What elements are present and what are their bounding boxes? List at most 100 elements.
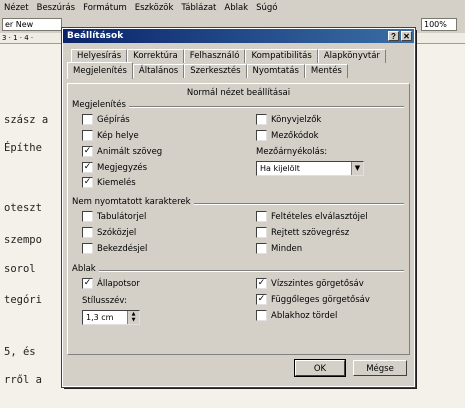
checkbox-label: Kép helye [97,130,139,141]
checkbox-mark [256,227,267,238]
tab-row-front: Megjelenítés Általános Szerkesztés Nyomt… [67,62,348,79]
check-icon: ✓ [82,146,93,157]
tab-user-info[interactable]: Felhasználó [183,49,246,63]
zoom-box[interactable]: 100% [421,18,457,31]
menu-bar: Nézet Beszúrás Formátum Eszközök Tábláza… [0,0,465,15]
options-dialog: Beállítások ? ✕ Helyesírás Korrektúra Fe… [61,27,416,388]
checkbox-label: Állapotsor [97,278,140,289]
doc-line: oteszt [4,202,42,214]
check-icon: ✓ [256,278,267,289]
checkbox-hidden-text[interactable]: Rejtett szövegrész [256,227,349,238]
checkbox-status-bar[interactable]: ✓ Állapotsor [82,278,140,289]
tab-edit[interactable]: Szerkesztés [184,64,247,78]
checkbox-label: Bekezdésjel [97,243,148,254]
checkbox-mark [82,211,93,222]
tab-print[interactable]: Nyomtatás [246,64,305,78]
tab-file-locations[interactable]: Alapkönyvtár [317,49,386,63]
checkbox-label: Feltételes elválasztójel [271,211,368,222]
check-icon: ✓ [256,294,267,305]
checkbox-label: Gépírás [97,114,130,125]
checkbox-label: Minden [271,243,303,254]
menu-help[interactable]: Súgó [252,3,281,13]
help-button[interactable]: ? [388,31,399,41]
tab-row-back: Helyesírás Korrektúra Felhasználó Kompat… [71,49,386,63]
checkbox-label: Mezőkódok [271,130,319,141]
doc-line: 5, és [4,346,36,358]
spinner-buttons[interactable]: ▲ ▼ [127,311,139,324]
checkbox-picture-placeholders[interactable]: Kép helye [82,130,139,141]
checkbox-animated-text[interactable]: ✓ Animált szöveg [82,146,162,157]
font-name-box[interactable]: er New [2,18,62,31]
group-separator [72,270,404,272]
tab-spelling[interactable]: Helyesírás [71,49,128,63]
tab-track-changes[interactable]: Korrektúra [127,49,184,63]
checkbox-mark [82,227,93,238]
check-icon: ✓ [82,177,93,188]
doc-line: szász a [4,114,49,126]
doc-line: Építhe [4,142,42,154]
style-area-width-spinner[interactable]: 1,3 cm ▲ ▼ [82,310,140,325]
tab-save[interactable]: Mentés [304,64,348,78]
checkbox-label: Szóközjel [97,227,137,238]
tab-general[interactable]: Általános [132,64,185,78]
doc-line: rről a [4,374,42,386]
checkbox-highlight[interactable]: ✓ Kiemelés [82,177,136,188]
menu-table[interactable]: Táblázat [177,3,220,13]
checkbox-mark [256,243,267,254]
checkbox-tab-characters[interactable]: Tabulátorjel [82,211,146,222]
checkbox-mark [256,114,267,125]
style-area-width-label: Stílusszév: [82,296,127,306]
group-label-show: Megjelenítés [72,100,129,110]
view-tab-panel: Normál nézet beállításai Megjelenítés Gé… [67,83,410,355]
checkbox-horizontal-scrollbar[interactable]: ✓ Vízszintes görgetősáv [256,278,364,289]
checkbox-all[interactable]: Minden [256,243,302,254]
doc-line: tegóri [4,294,42,306]
menu-tools[interactable]: Eszközök [131,3,178,13]
checkbox-draft-font[interactable]: Gépírás [82,114,130,125]
tab-view[interactable]: Megjelenítés [67,62,133,79]
menu-format[interactable]: Formátum [79,3,131,13]
menu-view[interactable]: Nézet [0,3,33,13]
checkbox-paragraph-marks[interactable]: Bekezdésjel [82,243,147,254]
menu-window[interactable]: Ablak [220,3,252,13]
dialog-title: Beállítások [67,31,124,41]
checkbox-label: Megjegyzés [97,162,148,173]
group-label-formatting-marks: Nem nyomtatott karakterek [72,197,194,207]
checkbox-mark [256,130,267,141]
checkbox-spaces[interactable]: Szóközjel [82,227,136,238]
ok-button[interactable]: OK [294,359,346,377]
spin-down-icon[interactable]: ▼ [128,317,139,323]
checkbox-mark [82,130,93,141]
doc-line: sorol [4,263,36,275]
checkbox-optional-hyphens[interactable]: Feltételes elválasztójel [256,211,368,222]
close-button[interactable]: ✕ [401,31,412,41]
checkbox-label: Vízszintes görgetősáv [271,278,364,289]
tab-compatibility[interactable]: Kompatibilitás [245,49,318,63]
checkbox-label: Könyvjelzők [271,114,322,125]
chevron-down-icon[interactable]: ▼ [351,162,363,175]
check-icon: ✓ [82,278,93,289]
panel-header: Normál nézet beállításai [186,88,291,98]
cancel-button[interactable]: Mégse [353,360,407,376]
dialog-titlebar[interactable]: Beállítások ? ✕ [63,29,414,43]
checkbox-mark [82,114,93,125]
group-label-window: Ablak [72,264,99,274]
checkbox-label: Függőleges görgetősáv [271,294,370,305]
menu-insert[interactable]: Beszúrás [33,3,79,13]
checkbox-screen-tips[interactable]: ✓ Megjegyzés [82,162,147,173]
checkbox-wrap-to-window[interactable]: Ablakhoz tördel [256,310,337,321]
checkbox-label: Kiemelés [97,177,136,188]
checkbox-field-codes[interactable]: Mezőkódok [256,130,319,141]
field-shading-value: Ha kijelölt [260,164,300,173]
doc-line: szempo [4,234,42,246]
checkbox-mark [82,243,93,254]
checkbox-mark [256,310,267,321]
field-shading-label: Mezőárnyékolás: [256,147,328,157]
checkbox-label: Rejtett szövegrész [271,227,350,238]
checkbox-vertical-scrollbar[interactable]: ✓ Függőleges görgetősáv [256,294,370,305]
style-area-width-value: 1,3 cm [86,313,114,322]
field-shading-select[interactable]: Ha kijelölt ▼ [256,161,364,176]
checkbox-bookmarks[interactable]: Könyvjelzők [256,114,321,125]
tab-strip: Helyesírás Korrektúra Felhasználó Kompat… [67,47,410,85]
checkbox-label: Tabulátorjel [97,211,147,222]
